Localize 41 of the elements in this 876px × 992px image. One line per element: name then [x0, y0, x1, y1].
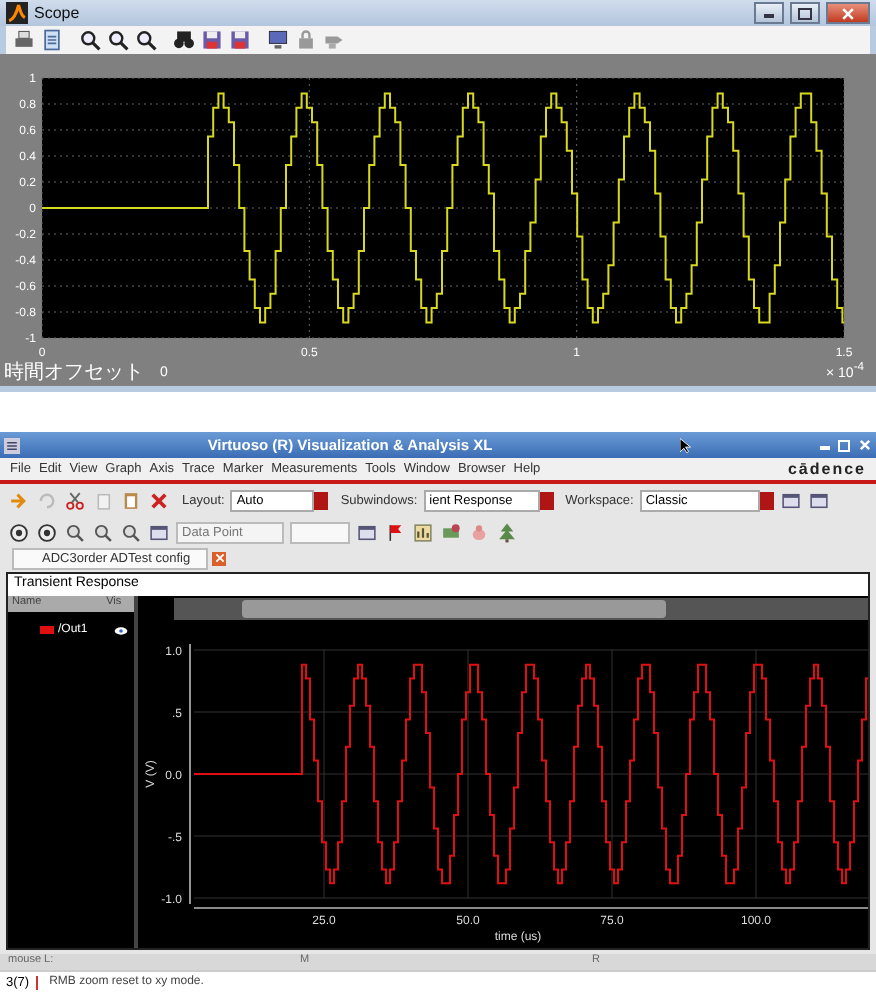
window-icon[interactable] [356, 521, 378, 543]
app-icon [4, 437, 20, 453]
brand-logo: cādence [787, 460, 866, 478]
disc-icon[interactable] [36, 521, 58, 543]
window-icon[interactable] [148, 521, 170, 543]
scissors-icon[interactable] [64, 490, 86, 512]
floppy-icon[interactable] [228, 28, 252, 53]
zoom-icon[interactable] [64, 521, 86, 543]
zoom-icon[interactable] [106, 28, 130, 53]
maximize-button[interactable] [790, 2, 820, 25]
value-field[interactable] [290, 521, 350, 543]
delete-icon[interactable] [148, 490, 170, 512]
window-title: Scope [34, 4, 80, 23]
tree-icon[interactable] [496, 521, 518, 543]
floppy-icon[interactable] [200, 28, 224, 53]
disc-icon[interactable] [8, 521, 30, 543]
minimize-button[interactable] [754, 2, 784, 25]
document-icon[interactable] [40, 28, 64, 53]
close-button[interactable] [826, 2, 870, 25]
scrollbar-thumb[interactable] [242, 600, 667, 618]
dropdown-button[interactable] [314, 492, 329, 510]
offset-label: 時間オフセット [4, 359, 144, 386]
zoom-icon[interactable] [92, 521, 114, 543]
chart-icon[interactable] [412, 521, 434, 543]
printer-icon[interactable] [12, 28, 36, 53]
clipboard-icon[interactable] [120, 490, 142, 512]
close-icon [840, 5, 856, 22]
monitor-icon[interactable] [266, 28, 290, 53]
mouse-cursor-icon [680, 437, 693, 453]
eye-icon[interactable] [114, 625, 129, 635]
close-icon [857, 438, 872, 452]
close-icon [213, 552, 226, 564]
binoculars-icon[interactable] [172, 28, 196, 53]
flag-icon[interactable] [384, 521, 406, 543]
close-tab-button[interactable] [212, 551, 227, 565]
window-icon[interactable] [807, 490, 830, 512]
window-icon[interactable] [779, 490, 802, 512]
zoom-icon[interactable] [134, 28, 158, 53]
zoom-icon[interactable] [78, 28, 102, 53]
zoom-icon[interactable] [120, 521, 142, 543]
logo-icon [6, 2, 28, 25]
